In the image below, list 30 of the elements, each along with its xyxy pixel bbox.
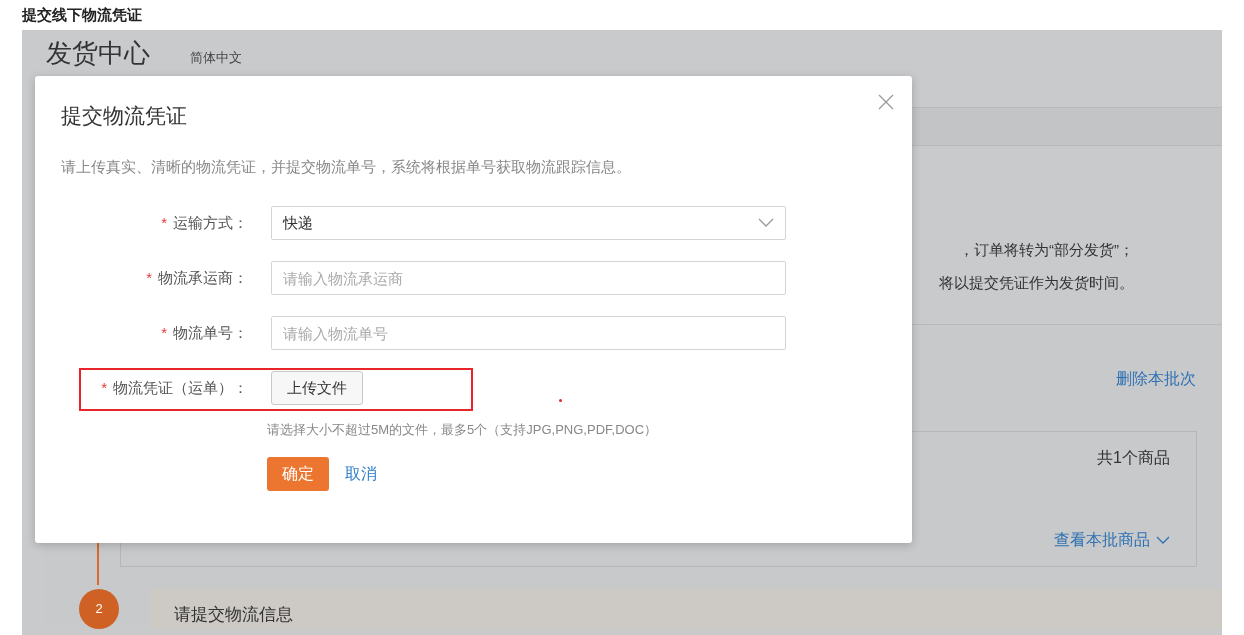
field-label: 物流凭证（运单）： <box>113 377 248 398</box>
chevron-down-icon <box>1156 536 1170 544</box>
text-field[interactable]: 请输入物流承运商 <box>271 261 786 295</box>
item-count: 共1个商品 <box>1097 448 1170 468</box>
language-menu[interactable]: 简体中文 <box>190 50 242 66</box>
field-label: 运输方式： <box>173 212 248 233</box>
notice-text: 将以提交凭证作为发货时间。 <box>939 272 1134 293</box>
upload-file-button[interactable]: 上传文件 <box>271 371 363 405</box>
close-icon[interactable] <box>878 94 894 110</box>
required-asterisk: * <box>101 377 107 398</box>
text-field[interactable]: 请输入物流单号 <box>271 316 786 350</box>
field-label: 物流承运商： <box>158 267 248 288</box>
dialog-description: 请上传真实、清晰的物流凭证，并提交物流单号，系统将根据单号获取物流跟踪信息。 <box>61 157 632 177</box>
step-title: 请提交物流信息 <box>174 605 293 624</box>
notice-text: ，订单将转为“部分发货”； <box>959 240 1134 260</box>
required-asterisk: * <box>146 267 152 288</box>
chevron-down-icon <box>758 218 774 228</box>
page-title: 提交线下物流凭证 <box>21 5 143 25</box>
field-label: 物流单号： <box>173 322 248 343</box>
confirm-button[interactable]: 确定 <box>267 457 329 491</box>
dialog-title: 提交物流凭证 <box>61 103 188 129</box>
view-batch-items-link[interactable]: 查看本批商品 <box>1054 528 1170 552</box>
shipping-method-select[interactable]: 快递 <box>271 206 786 240</box>
header-title: 发货中心 <box>46 38 150 68</box>
required-asterisk: * <box>161 322 167 343</box>
step-number-badge: 2 <box>79 589 119 629</box>
required-asterisk: * <box>161 212 167 233</box>
upload-hint: 请选择大小不超过5M的文件，最多5个（支持JPG,PNG,PDF,DOC） <box>267 420 659 439</box>
cancel-link[interactable]: 取消 <box>345 462 377 486</box>
delete-batch-link[interactable]: 删除本批次 <box>1116 367 1196 391</box>
